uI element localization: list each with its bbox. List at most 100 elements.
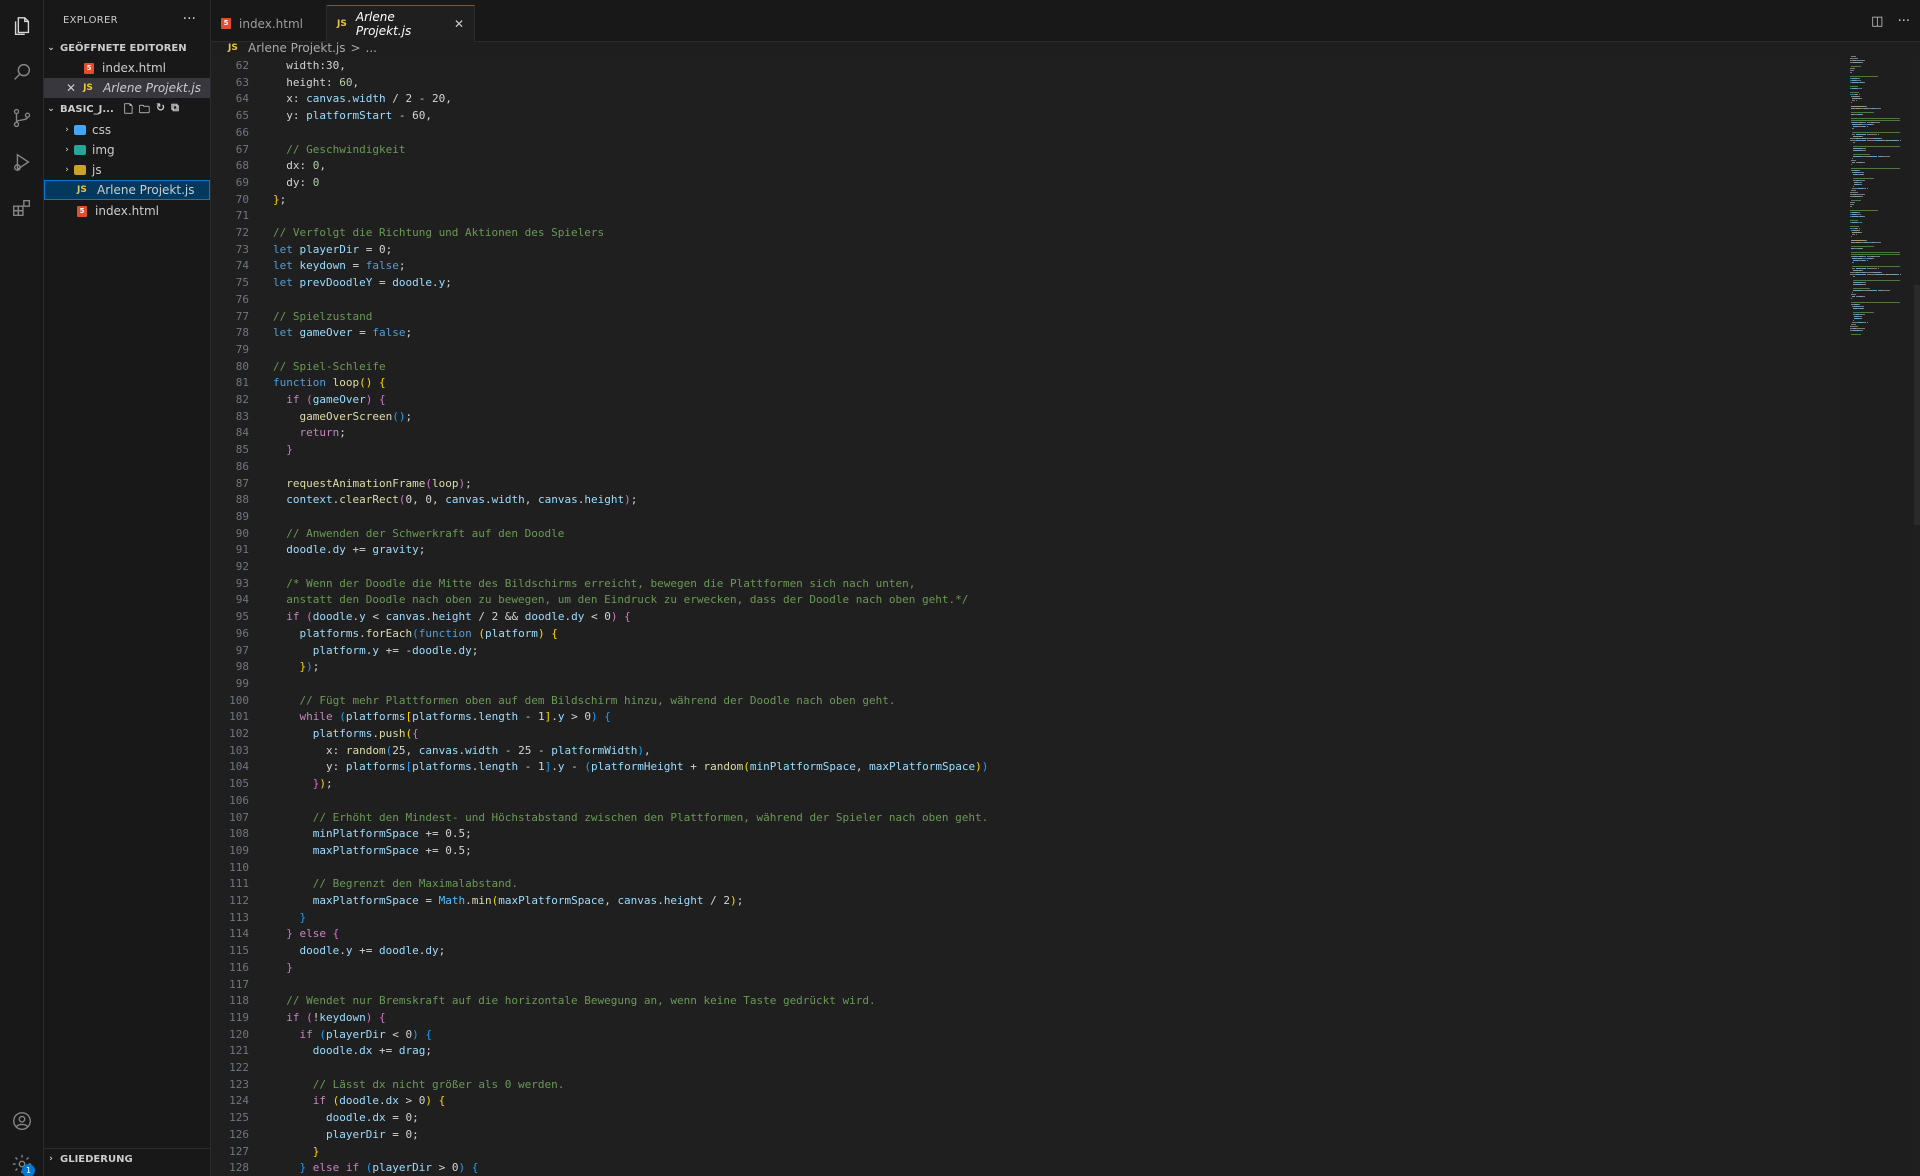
tree-file-arlene-projekt[interactable]: JS Arlene Projekt.js <box>44 180 210 200</box>
code-line[interactable]: dx: 0, <box>273 158 326 175</box>
code-line[interactable]: function loop() { <box>273 375 386 392</box>
settings-gear-icon[interactable]: 1 <box>8 1150 36 1176</box>
explorer-icon[interactable] <box>8 12 36 40</box>
code-line[interactable]: width:30, <box>273 58 346 75</box>
account-icon[interactable] <box>8 1107 36 1135</box>
code-line[interactable]: // Verfolgt die Richtung und Aktionen de… <box>273 225 604 242</box>
code-line[interactable]: platform.y += -doodle.dy; <box>273 643 479 660</box>
code-line[interactable]: if (!keydown) { <box>273 1010 385 1027</box>
code-line[interactable]: } else { <box>273 926 339 943</box>
code-line[interactable]: // Spiel-Schleife <box>273 359 386 376</box>
code-line[interactable]: gameOverScreen(); <box>273 409 413 426</box>
code-line[interactable]: minPlatformSpace += 0.5; <box>273 826 472 843</box>
code-line[interactable]: }); <box>273 659 320 676</box>
code-line[interactable]: let playerDir = 0; <box>273 242 392 259</box>
tab-index-html[interactable]: 5 index.html <box>211 5 327 42</box>
code-line[interactable]: height: 60, <box>273 75 359 92</box>
code-line[interactable]: } <box>273 442 293 459</box>
search-icon[interactable] <box>8 58 36 86</box>
open-editors-section[interactable]: ⌄ GEÖFFNETE EDITOREN <box>44 38 210 58</box>
run-debug-icon[interactable] <box>8 148 36 176</box>
code-line[interactable]: context.clearRect(0, 0, canvas.width, ca… <box>273 492 637 509</box>
code-line[interactable]: doodle.y += doodle.dy; <box>273 943 446 960</box>
minimap-line <box>1851 200 1861 201</box>
code-line[interactable]: y: platforms[platforms.length - 1].y - (… <box>273 759 988 776</box>
close-icon[interactable]: ✕ <box>66 81 76 95</box>
new-file-icon[interactable]: 🗋 <box>124 101 133 120</box>
code-line[interactable]: if (doodle.y < canvas.height / 2 && dood… <box>273 609 630 626</box>
tree-file-index-html[interactable]: 5 index.html <box>44 201 210 221</box>
code-line[interactable]: }); <box>273 776 333 793</box>
code-line[interactable]: if (playerDir < 0) { <box>273 1027 432 1044</box>
code-line[interactable]: // Geschwindigkeit <box>273 142 405 159</box>
open-editor-item[interactable]: 5 index.html <box>44 58 210 78</box>
code-line[interactable]: dy: 0 <box>273 175 319 192</box>
tree-folder-img[interactable]: › img <box>44 140 210 160</box>
code-line[interactable]: playerDir = 0; <box>273 1127 419 1144</box>
code-token: ; <box>279 192 287 206</box>
minimap[interactable] <box>1850 56 1910 336</box>
code-token: ( <box>584 760 591 774</box>
extensions-icon[interactable] <box>8 194 36 222</box>
line-number: 74 <box>235 259 249 273</box>
code-line[interactable]: // Spielzustand <box>273 309 372 326</box>
code-line[interactable]: } <box>273 910 307 927</box>
new-folder-icon[interactable]: 🗀 <box>139 101 150 120</box>
line-number: 94 <box>235 593 249 607</box>
source-control-icon[interactable] <box>8 104 36 132</box>
code-line[interactable]: // Wendet nur Bremskraft auf die horizon… <box>273 993 875 1010</box>
code-line[interactable]: maxPlatformSpace += 0.5; <box>273 843 472 860</box>
minimap-line <box>1852 132 1900 133</box>
code-line[interactable]: let prevDoodleY = doodle.y; <box>273 275 452 292</box>
code-line[interactable]: doodle.dx += drag; <box>273 1043 432 1060</box>
code-line[interactable]: // Erhöht den Mindest- und Höchstabstand… <box>273 810 989 827</box>
code-line[interactable]: // Begrenzt den Maximalabstand. <box>273 876 518 893</box>
code-line[interactable]: x: random(25, canvas.width - 25 - platfo… <box>273 743 651 760</box>
more-actions-icon[interactable]: ··· <box>1898 14 1910 29</box>
breadcrumb-file[interactable]: Arlene Projekt.js <box>248 41 345 55</box>
code-line[interactable]: // Anwenden der Schwerkraft auf den Dood… <box>273 526 564 543</box>
split-editor-icon[interactable]: ◫ <box>1871 14 1883 29</box>
code-line[interactable]: return; <box>273 425 346 442</box>
code-line[interactable]: if (gameOver) { <box>273 392 385 409</box>
tree-item-label: img <box>92 143 115 157</box>
minimap-line <box>1853 280 1900 281</box>
vertical-scrollbar[interactable] <box>1912 56 1920 1176</box>
code-line[interactable]: }; <box>273 192 286 209</box>
code-line[interactable]: requestAnimationFrame(loop); <box>273 476 471 493</box>
code-line[interactable]: maxPlatformSpace = Math.min(maxPlatformS… <box>273 893 744 910</box>
tree-folder-js[interactable]: › js <box>44 160 210 180</box>
scrollbar-thumb[interactable] <box>1914 285 1920 525</box>
code-line[interactable]: platforms.push({ <box>273 726 419 743</box>
outline-section[interactable]: › GLIEDERUNG <box>44 1148 210 1169</box>
collapse-all-icon[interactable]: ⧉ <box>171 101 179 120</box>
code-line[interactable]: // Lässt dx nicht größer als 0 werden. <box>273 1077 565 1094</box>
code-line[interactable]: } <box>273 960 293 977</box>
more-actions-icon[interactable]: ··· <box>183 11 196 27</box>
open-editor-item-active[interactable]: ✕ JS Arlene Projekt.js <box>44 78 210 98</box>
tab-arlene-projekt[interactable]: JS Arlene Projekt.js ✕ <box>327 5 475 42</box>
code-line[interactable]: // Fügt mehr Plattformen oben auf dem Bi… <box>273 693 896 710</box>
code-line[interactable]: let gameOver = false; <box>273 325 412 342</box>
code-line[interactable]: platforms.forEach(function (platform) { <box>273 626 558 643</box>
code-line[interactable]: } <box>273 1144 320 1161</box>
breadcrumb-rest[interactable]: ... <box>366 41 377 55</box>
minimap-line <box>1899 274 1900 275</box>
refresh-icon[interactable]: ↻ <box>156 101 165 120</box>
code-line[interactable]: if (doodle.dx > 0) { <box>273 1093 446 1110</box>
close-icon[interactable]: ✕ <box>454 17 464 31</box>
code-line[interactable]: doodle.dx = 0; <box>273 1110 419 1127</box>
code-line[interactable]: anstatt den Doodle nach oben zu bewegen,… <box>273 592 968 609</box>
code-editor[interactable]: 62 63 64 65 66 67 68 69 70 71 72 73 74 75 76 77 78 79 80 81… <box>211 56 1840 1176</box>
code-line[interactable]: let keydown = false; <box>273 258 405 275</box>
tree-folder-css[interactable]: › css <box>44 120 210 140</box>
project-section[interactable]: ⌄ BASIC_J... 🗋 🗀 ↻ ⧉ <box>44 99 210 119</box>
code-line[interactable]: } else if (playerDir > 0) { <box>273 1160 479 1176</box>
code-line[interactable]: y: platformStart - 60, <box>273 108 432 125</box>
code-line[interactable]: x: canvas.width / 2 - 20, <box>273 91 452 108</box>
code-token: ) <box>637 743 644 757</box>
code-line[interactable]: /* Wenn der Doodle die Mitte des Bildsch… <box>273 576 915 593</box>
code-line[interactable]: while (platforms[platforms.length - 1].y… <box>273 709 611 726</box>
code-line[interactable]: doodle.dy += gravity; <box>273 542 425 559</box>
